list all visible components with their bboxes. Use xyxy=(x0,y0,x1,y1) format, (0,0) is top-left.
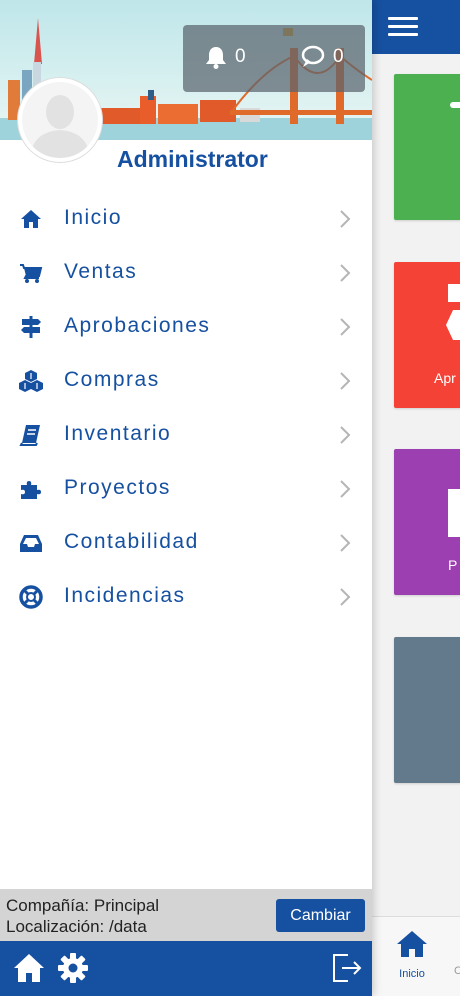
tab-inicio[interactable]: Inicio xyxy=(390,929,434,980)
chevron-right-icon xyxy=(340,318,351,336)
dashboard-tile-aprobaciones[interactable]: Apr xyxy=(394,262,460,408)
inbox-icon xyxy=(20,535,42,552)
drawer-bottom-bar xyxy=(0,941,372,996)
puzzle-icon xyxy=(21,481,41,499)
chat-count: 0 xyxy=(333,46,344,67)
company-info: Compañía: Principal Localización: /data xyxy=(6,895,159,937)
menu-label: Aprobaciones xyxy=(64,314,211,337)
chevron-right-icon xyxy=(340,588,351,606)
chevron-right-icon xyxy=(340,210,351,228)
company-bar: Compañía: Principal Localización: /data … xyxy=(0,889,372,941)
dashboard-tile-slate[interactable] xyxy=(394,637,460,783)
dashboard-tile-proyectos[interactable]: P xyxy=(394,449,460,595)
bell-icon xyxy=(206,47,226,69)
home-icon xyxy=(21,210,41,228)
menu-item-ventas[interactable]: Ventas xyxy=(0,246,372,300)
menu-item-inicio[interactable]: Inicio xyxy=(0,192,372,246)
menu-label: Ventas xyxy=(64,260,138,283)
menu-item-incidencias[interactable]: Incidencias xyxy=(0,570,372,624)
chevron-right-icon xyxy=(340,534,351,552)
username: Administrator xyxy=(117,146,268,172)
menu-item-inventario[interactable]: Inventario xyxy=(0,408,372,462)
menu-label: Inventario xyxy=(64,422,172,445)
hamburger-menu-icon[interactable] xyxy=(388,14,418,38)
menu-item-contabilidad[interactable]: Contabilidad xyxy=(0,516,372,570)
avatar[interactable] xyxy=(18,78,102,162)
book-icon xyxy=(19,425,40,446)
home-icon xyxy=(397,931,427,957)
cart-icon xyxy=(20,264,43,283)
notification-bell[interactable]: 0 xyxy=(205,45,246,69)
tab-inicio-label: Inicio xyxy=(399,968,425,980)
tab-next-label[interactable]: C xyxy=(454,965,460,977)
notifications-box: 0 0 xyxy=(183,25,365,92)
chat-bubble-icon xyxy=(301,45,325,67)
main-topbar xyxy=(372,0,460,54)
menu-label: Inicio xyxy=(64,206,123,229)
menu-item-proyectos[interactable]: Proyectos xyxy=(0,462,372,516)
chevron-right-icon xyxy=(340,372,351,390)
signpost-icon xyxy=(21,316,41,338)
gear-icon[interactable] xyxy=(56,951,90,985)
tile-label: Apr xyxy=(434,370,456,386)
chevron-right-icon xyxy=(340,426,351,444)
menu-label: Compras xyxy=(64,368,160,391)
notification-chat[interactable]: 0 xyxy=(299,45,344,69)
menu-label: Incidencias xyxy=(64,584,186,607)
tile-label: P xyxy=(448,557,458,573)
cubes-icon xyxy=(19,370,43,392)
home-icon[interactable] xyxy=(12,951,46,985)
menu-label: Proyectos xyxy=(64,476,171,499)
location-line: Localización: /data xyxy=(6,917,147,936)
drawer-menu: Inicio Ventas Aprobaciones Compras Inven… xyxy=(0,192,372,624)
menu-label: Contabilidad xyxy=(64,530,199,553)
menu-item-aprobaciones[interactable]: Aprobaciones xyxy=(0,300,372,354)
dashboard-tile-green[interactable] xyxy=(394,74,460,220)
change-company-button[interactable]: Cambiar xyxy=(276,899,365,932)
signpost-icon xyxy=(448,284,460,302)
signpost-icon-part xyxy=(446,310,460,340)
chevron-right-icon xyxy=(340,480,351,498)
tile-glyph-icon xyxy=(450,102,460,108)
company-line: Compañía: Principal xyxy=(6,896,160,915)
menu-item-compras[interactable]: Compras xyxy=(0,354,372,408)
lifebuoy-icon xyxy=(19,585,43,609)
page-icon xyxy=(448,489,460,537)
bell-count: 0 xyxy=(235,46,246,67)
logout-icon[interactable] xyxy=(330,951,364,985)
navigation-drawer: 0 0 Administrator Inicio Ventas Aprobaci… xyxy=(0,0,372,996)
user-silhouette-icon xyxy=(22,82,98,158)
chevron-right-icon xyxy=(340,264,351,282)
bottom-tabbar: Inicio C xyxy=(372,916,460,996)
main-content: Apr P Inicio C xyxy=(372,0,460,996)
